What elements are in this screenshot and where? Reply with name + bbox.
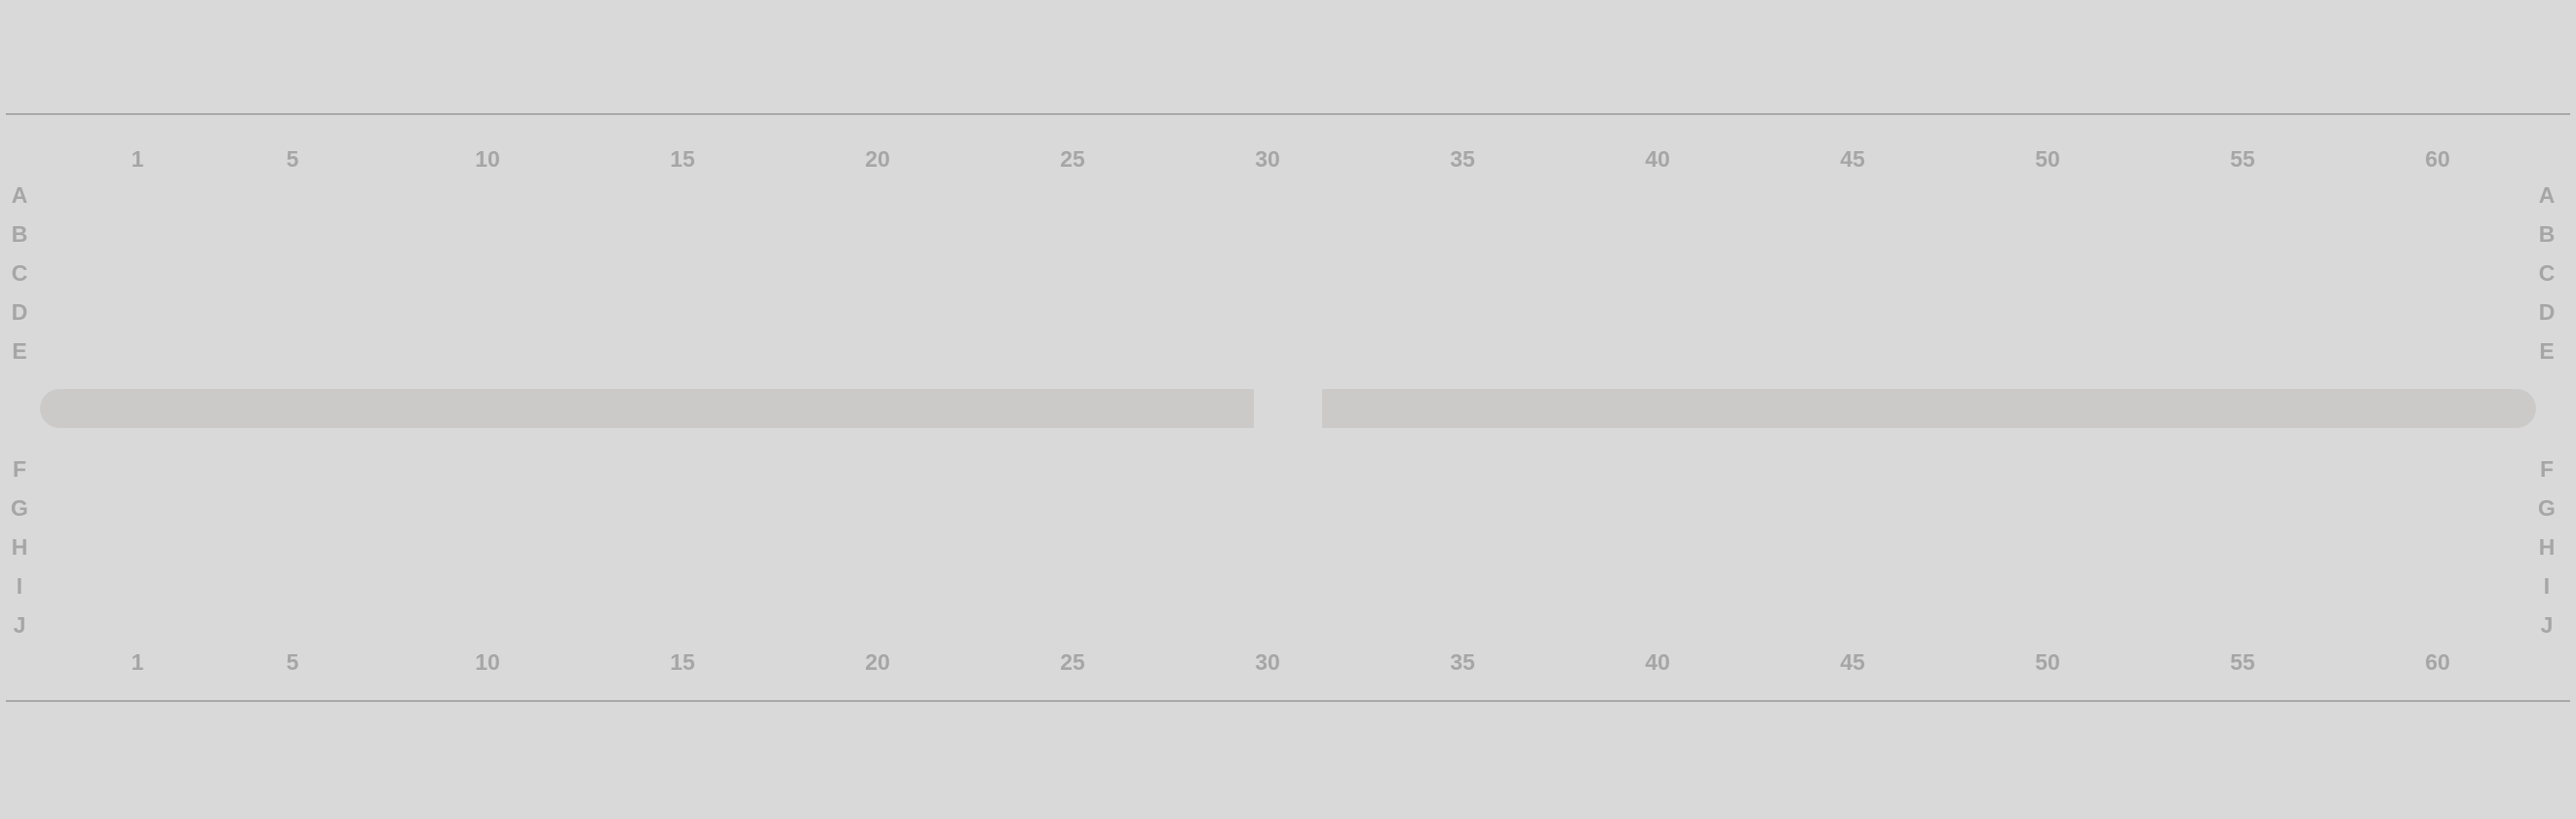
row-label-left-A: A	[11, 182, 28, 208]
column-label-top-40: 40	[1645, 146, 1670, 172]
row-label-left-G: G	[11, 495, 28, 521]
row-label-right-F: F	[2539, 456, 2555, 482]
column-label-top-60: 60	[2425, 146, 2450, 172]
column-label-bottom-15: 15	[670, 649, 695, 675]
column-label-top-55: 55	[2230, 146, 2255, 172]
bottom-column-labels: 1 5 10 15 20 25 30 35 40 45 50 55 60	[0, 647, 2576, 677]
aisle-left-segment	[40, 389, 1254, 428]
row-label-left-I: I	[16, 573, 23, 599]
column-label-bottom-55: 55	[2230, 649, 2255, 675]
row-label-left-F: F	[12, 456, 27, 482]
row-label-left-D: D	[11, 299, 28, 325]
column-label-top-50: 50	[2035, 146, 2060, 172]
bottom-border-line	[6, 700, 2570, 702]
column-label-bottom-60: 60	[2425, 649, 2450, 675]
column-label-top-1: 1	[131, 146, 144, 172]
row-label-left-B: B	[11, 221, 28, 247]
row-label-right-H: H	[2538, 534, 2556, 560]
column-label-bottom-1: 1	[131, 649, 144, 675]
column-label-top-20: 20	[865, 146, 890, 172]
row-label-right-B: B	[2538, 221, 2556, 247]
row-label-right-G: G	[2538, 495, 2556, 521]
row-label-right-I: I	[2543, 573, 2551, 599]
row-label-right-C: C	[2538, 260, 2556, 286]
row-label-left-C: C	[11, 260, 28, 286]
row-label-left-H: H	[11, 534, 28, 560]
row-label-right-E: E	[2539, 338, 2555, 364]
top-column-labels: 1 5 10 15 20 25 30 35 40 45 50 55 60	[0, 144, 2576, 174]
column-label-top-10: 10	[475, 146, 500, 172]
row-label-left-J: J	[13, 612, 26, 638]
column-label-bottom-30: 30	[1255, 649, 1280, 675]
aisle-right-segment	[1322, 389, 2536, 428]
column-label-top-5: 5	[286, 146, 299, 172]
column-label-top-30: 30	[1255, 146, 1280, 172]
column-label-bottom-20: 20	[865, 649, 890, 675]
column-label-top-25: 25	[1060, 146, 1085, 172]
column-label-top-15: 15	[670, 146, 695, 172]
column-label-top-35: 35	[1450, 146, 1475, 172]
column-label-bottom-50: 50	[2035, 649, 2060, 675]
column-label-bottom-45: 45	[1840, 649, 1865, 675]
column-label-bottom-25: 25	[1060, 649, 1085, 675]
row-label-right-D: D	[2538, 299, 2556, 325]
column-label-bottom-40: 40	[1645, 649, 1670, 675]
column-label-bottom-10: 10	[475, 649, 500, 675]
column-label-bottom-5: 5	[286, 649, 299, 675]
row-label-left-E: E	[12, 338, 27, 364]
column-label-top-45: 45	[1840, 146, 1865, 172]
row-label-right-A: A	[2538, 182, 2556, 208]
top-border-line	[6, 113, 2570, 115]
row-label-right-J: J	[2540, 612, 2554, 638]
left-row-labels: ABCDE FGHIJ	[0, 0, 39, 819]
column-label-bottom-35: 35	[1450, 649, 1475, 675]
